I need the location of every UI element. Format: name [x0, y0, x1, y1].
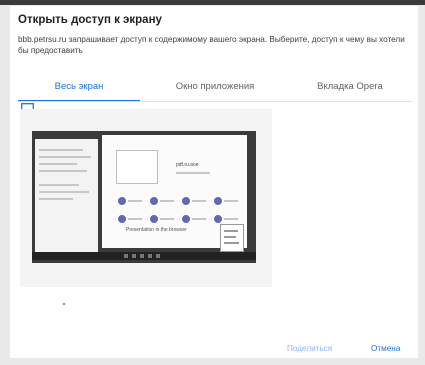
share-button[interactable]: Поделиться	[287, 344, 332, 353]
thumbnail-popup-menu	[220, 224, 244, 252]
share-screen-dialog: Открыть доступ к экрану bbb.petrsu.ru за…	[10, 6, 418, 358]
thumbnail-caption: Presentation in the browser	[126, 227, 187, 233]
thumbnail-browser-window: pdf.ru.aoe Presentation in the browser	[102, 135, 247, 252]
dialog-title: Открыть доступ к экрану	[18, 14, 162, 26]
thumbnail-mini-window	[116, 150, 158, 184]
speck-artifact	[63, 303, 65, 305]
source-tabs: Весь экран Окно приложения Вкладка Opera	[18, 79, 412, 102]
cancel-button[interactable]: Отмена	[371, 344, 400, 353]
screen-thumbnail[interactable]: pdf.ru.aoe Presentation in the browser	[32, 131, 256, 263]
tabs-divider	[18, 101, 412, 102]
screen-preview-card[interactable]: pdf.ru.aoe Presentation in the browser	[20, 109, 272, 287]
tab-opera-tab[interactable]: Вкладка Opera	[288, 79, 412, 100]
thumbnail-side-window	[35, 139, 98, 256]
tab-entire-screen[interactable]: Весь экран	[18, 79, 140, 102]
thumbnail-title-text: pdf.ru.aoe	[176, 162, 199, 168]
window-top-edge	[0, 0, 425, 5]
thumbnail-taskbar	[32, 252, 256, 260]
tab-application-window[interactable]: Окно приложения	[149, 79, 281, 100]
dialog-description: bbb.petrsu.ru запрашивает доступ к содер…	[18, 35, 405, 55]
